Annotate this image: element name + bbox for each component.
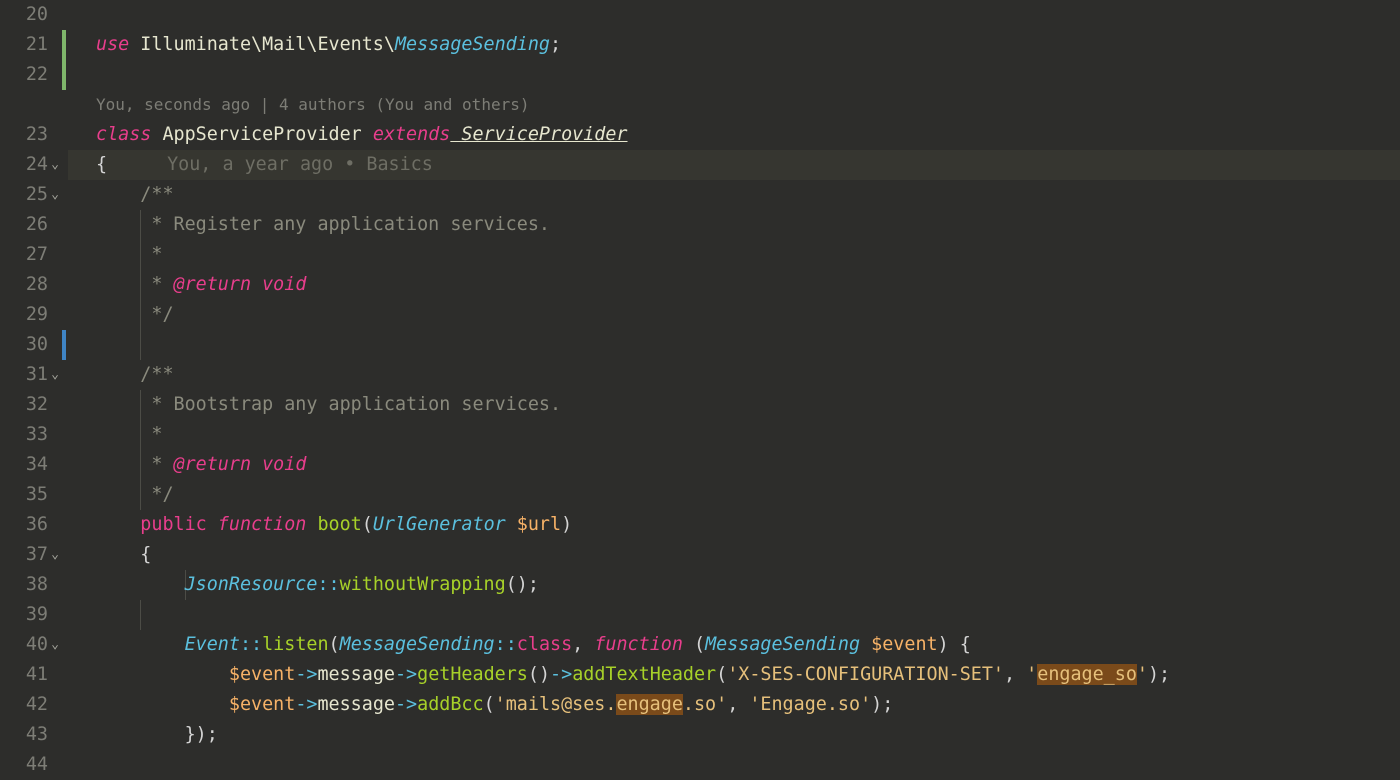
code-line[interactable]: $event->message->getHeaders()->addTextHe… (68, 660, 1400, 690)
codelens-blame[interactable]: You, seconds ago | 4 authors (You and ot… (68, 90, 1400, 120)
line-number[interactable]: 36 (0, 510, 48, 540)
code-line[interactable]: * (68, 420, 1400, 450)
line-number[interactable]: 40 (0, 630, 48, 660)
line-number[interactable]: 24 (0, 150, 48, 180)
line-number[interactable]: 23 (0, 120, 48, 150)
code-line[interactable]: /** (68, 360, 1400, 390)
line-number[interactable]: 21 (0, 30, 48, 60)
code-line[interactable]: Event::listen(MessageSending::class, fun… (68, 630, 1400, 660)
line-number[interactable]: 25 (0, 180, 48, 210)
code-line[interactable]: class AppServiceProvider extends Service… (68, 120, 1400, 150)
fold-chevron-icon[interactable]: ⌄ (48, 360, 62, 390)
fold-chevron-icon[interactable]: ⌄ (48, 180, 62, 210)
git-modified-marker[interactable] (62, 330, 66, 360)
line-number[interactable]: 26 (0, 210, 48, 240)
line-number[interactable]: 33 (0, 420, 48, 450)
code-line[interactable]: * @return void (68, 270, 1400, 300)
fold-chevron-icon[interactable]: ⌄ (48, 630, 62, 660)
fold-chevron-icon[interactable]: ⌄ (48, 540, 62, 570)
line-number[interactable]: 27 (0, 240, 48, 270)
code-line[interactable]: public function boot(UrlGenerator $url) (68, 510, 1400, 540)
code-line[interactable]: * Register any application services. (68, 210, 1400, 240)
line-number[interactable]: 34 (0, 450, 48, 480)
code-line[interactable]: */ (68, 480, 1400, 510)
line-number[interactable] (0, 90, 48, 120)
code-line[interactable]: use Illuminate\Mail\Events\MessageSendin… (68, 30, 1400, 60)
code-line[interactable]: * (68, 240, 1400, 270)
line-number[interactable]: 29 (0, 300, 48, 330)
editor-overlay: 202122 2324252627282930313233343536373839… (0, 0, 1400, 762)
line-number[interactable]: 41 (0, 660, 48, 690)
code-line[interactable]: {You, a year ago • Basics (68, 150, 1400, 180)
code-line[interactable]: }); (68, 720, 1400, 750)
line-number[interactable]: 38 (0, 570, 48, 600)
code-column[interactable]: use Illuminate\Mail\Events\MessageSendin… (68, 0, 1400, 762)
code-line[interactable] (68, 750, 1400, 780)
line-number[interactable]: 31 (0, 360, 48, 390)
line-number[interactable]: 39 (0, 600, 48, 630)
code-line[interactable] (68, 330, 1400, 360)
line-number[interactable]: 28 (0, 270, 48, 300)
code-line[interactable]: /** (68, 180, 1400, 210)
line-number[interactable]: 32 (0, 390, 48, 420)
fold-chevron-icon[interactable]: ⌄ (48, 150, 62, 180)
line-number[interactable]: 30 (0, 330, 48, 360)
line-number[interactable]: 20 (0, 0, 48, 30)
blame-annotation[interactable]: You, seconds ago | 4 authors (You and ot… (68, 90, 529, 120)
code-line[interactable]: * @return void (68, 450, 1400, 480)
line-number[interactable]: 22 (0, 60, 48, 90)
line-number[interactable]: 35 (0, 480, 48, 510)
gutter: 202122 2324252627282930313233343536373839… (0, 0, 62, 762)
code-line[interactable] (68, 600, 1400, 630)
line-number[interactable]: 43 (0, 720, 48, 750)
line-number[interactable]: 42 (0, 690, 48, 720)
git-added-marker[interactable] (62, 30, 66, 90)
code-line[interactable]: JsonResource::withoutWrapping(); (68, 570, 1400, 600)
inline-blame: You, a year ago • Basics (107, 154, 433, 175)
code-line[interactable]: */ (68, 300, 1400, 330)
code-line[interactable]: { (68, 540, 1400, 570)
code-line[interactable]: $event->message->addBcc('mails@ses.engag… (68, 690, 1400, 720)
line-number[interactable]: 44 (0, 750, 48, 780)
line-number[interactable]: 37 (0, 540, 48, 570)
code-line[interactable] (68, 0, 1400, 30)
code-line[interactable] (68, 60, 1400, 90)
code-line[interactable]: * Bootstrap any application services. (68, 390, 1400, 420)
